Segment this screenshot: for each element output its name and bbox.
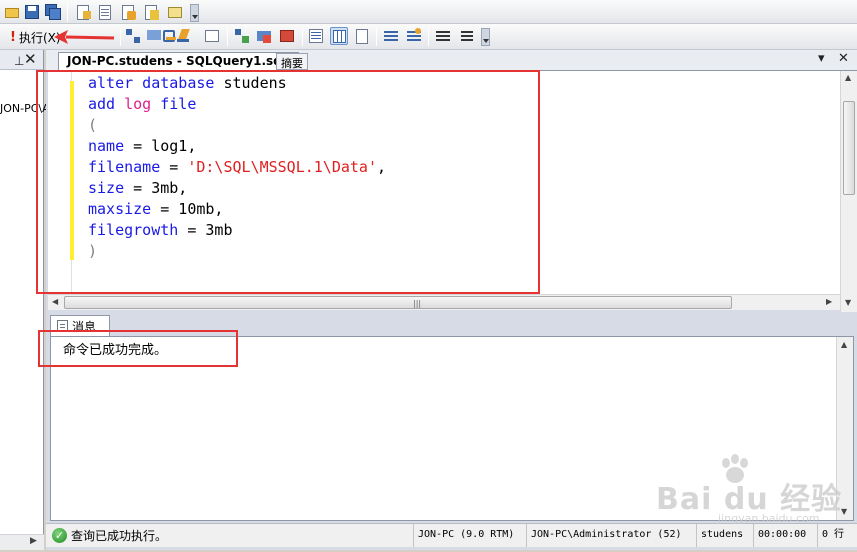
- scroll-up-arrow-icon[interactable]: ▲: [841, 340, 847, 349]
- scroll-thumb[interactable]: |||: [64, 296, 732, 309]
- baidu-paw-logo-icon: [722, 454, 748, 483]
- annotation-box-message: [38, 330, 238, 367]
- document-tab-strip: JON-PC.studens - SQLQuery1.sql* 摘要 ▾ ✕: [46, 50, 857, 71]
- horizontal-scrollbar[interactable]: ▶: [0, 534, 44, 550]
- toolbar-overflow-chevron-icon[interactable]: [190, 4, 199, 22]
- display-plan-icon[interactable]: [124, 27, 142, 45]
- status-user: JON-PC\Administrator (52): [526, 524, 696, 547]
- close-document-icon[interactable]: ✕: [838, 51, 849, 66]
- status-message: ✓ 查询已成功执行。: [52, 527, 167, 544]
- scroll-left-arrow-icon[interactable]: ◀: [52, 297, 58, 306]
- results-to-grid-icon[interactable]: [330, 27, 348, 45]
- success-check-icon: ✓: [52, 528, 67, 543]
- save-icon[interactable]: [23, 3, 41, 21]
- comment-lines-icon[interactable]: [382, 27, 400, 45]
- query-options-icon[interactable]: [174, 27, 192, 45]
- scroll-right-arrow-icon[interactable]: ▶: [30, 536, 37, 546]
- client-statistics-icon[interactable]: [255, 27, 273, 45]
- close-icon[interactable]: ✕: [24, 50, 37, 68]
- uncomment-lines-icon[interactable]: [405, 27, 423, 45]
- analysis-query-icon[interactable]: [142, 3, 160, 21]
- toolbar-separator: [376, 28, 377, 46]
- status-elapsed: 00:00:00: [753, 524, 817, 547]
- editor-horizontal-scrollbar[interactable]: ◀ ||| ▶: [48, 294, 840, 310]
- properties-icon[interactable]: [166, 3, 184, 21]
- status-message-text: 查询已成功执行。: [71, 529, 168, 543]
- toolbar-separator: [428, 28, 429, 46]
- annotation-arrow: [54, 30, 115, 44]
- results-to-file-icon[interactable]: [353, 27, 371, 45]
- spelling-icon[interactable]: [203, 27, 221, 45]
- object-explorer-header: ᅟ⊥ ✕: [0, 50, 43, 70]
- include-plan-icon[interactable]: [233, 27, 251, 45]
- status-bar: ✓ 查询已成功执行。 JON-PC (9.0 RTM) JON-PC\Admin…: [46, 523, 857, 547]
- toolbar-separator: [227, 28, 228, 46]
- tab-summary[interactable]: 摘要: [276, 53, 308, 70]
- toolbar-separator: [120, 28, 121, 46]
- watermark-url: jingyan.baidu.com: [718, 512, 820, 525]
- editor-vertical-scrollbar[interactable]: ▲ ▼: [840, 71, 857, 328]
- toolbar-overflow-chevron-icon[interactable]: [481, 28, 490, 46]
- toolbar-separator: [67, 4, 68, 22]
- intellisense-icon[interactable]: [145, 27, 163, 45]
- scroll-grip-icon: |||: [413, 299, 422, 308]
- baidu-watermark: Bai du 经验 jingyan.baidu.com: [656, 454, 842, 525]
- tab-list-chevron-icon[interactable]: ▾: [818, 51, 825, 66]
- annotation-box-code: [36, 70, 540, 294]
- results-to-text-icon[interactable]: [307, 27, 325, 45]
- document-icon[interactable]: [96, 3, 114, 21]
- save-all-icon[interactable]: [44, 3, 62, 21]
- results-icon[interactable]: [278, 27, 296, 45]
- tab-sqlquery1[interactable]: JON-PC.studens - SQLQuery1.sql*: [58, 52, 300, 71]
- exclamation-icon: !: [10, 29, 16, 45]
- increase-indent-icon[interactable]: [457, 27, 475, 45]
- database-query-icon[interactable]: [119, 3, 137, 21]
- sql-editor-toolbar: ! 执行(X): [0, 24, 857, 50]
- open-file-icon[interactable]: [3, 3, 21, 21]
- new-query-icon[interactable]: [74, 3, 92, 21]
- pin-icon[interactable]: ᅟ⊥: [3, 52, 25, 69]
- scroll-down-arrow-icon[interactable]: ▼: [845, 298, 851, 307]
- status-rows: 0 行: [817, 524, 857, 547]
- scroll-thumb[interactable]: [843, 101, 855, 195]
- standard-toolbar: [0, 0, 857, 24]
- decrease-indent-icon[interactable]: [434, 27, 452, 45]
- scroll-right-arrow-icon[interactable]: ▶: [826, 297, 832, 306]
- scroll-up-arrow-icon[interactable]: ▲: [845, 73, 851, 82]
- toolbar-separator: [302, 28, 303, 46]
- status-server: JON-PC (9.0 RTM): [413, 524, 526, 547]
- status-database: studens: [696, 524, 753, 547]
